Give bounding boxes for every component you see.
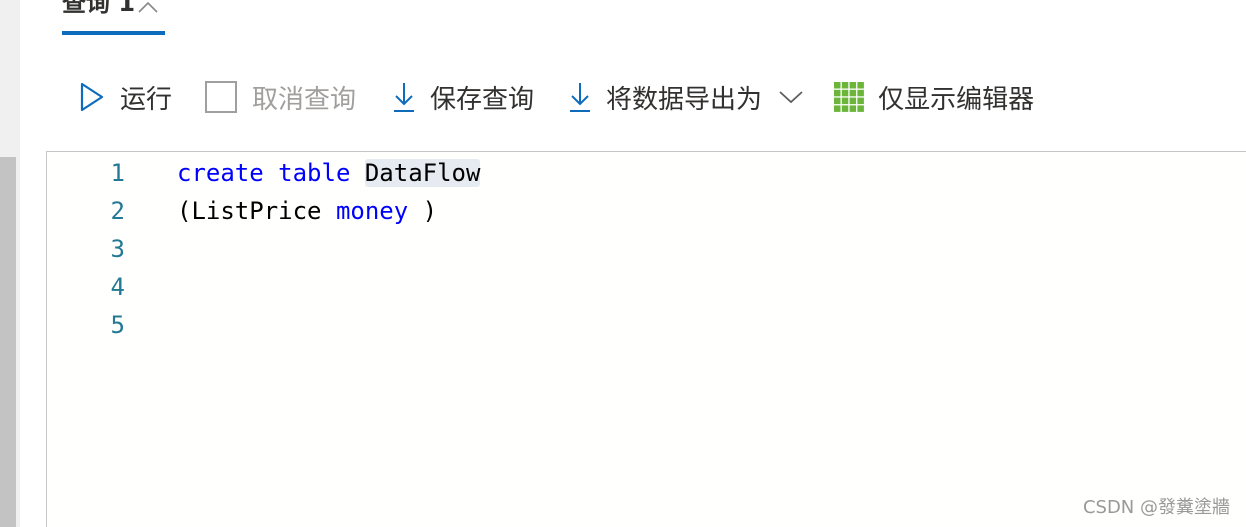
save-query-label: 保存查询 — [430, 84, 535, 115]
code-line: 5 — [47, 306, 1246, 344]
code-line: 1 create table DataFlow — [47, 154, 1246, 192]
chevron-up-icon[interactable] — [137, 0, 159, 20]
tab-title: 查询 1 — [62, 0, 136, 17]
cancel-query-button[interactable]: 取消查询 — [204, 74, 356, 120]
square-outline-icon — [204, 80, 238, 114]
export-data-label: 将数据导出为 — [606, 84, 763, 115]
code-line: 2 (ListPrice money ) — [47, 192, 1246, 230]
download-arrow-icon — [392, 80, 416, 114]
grid-icon — [834, 82, 864, 112]
play-outline-icon — [78, 81, 106, 113]
code-line: 4 — [47, 268, 1246, 306]
identifier-token-highlighted: DataFlow — [364, 159, 481, 187]
text-token: ) — [408, 197, 438, 225]
cancel-query-label: 取消查询 — [252, 84, 357, 115]
editor-only-label: 仅显示编辑器 — [878, 84, 1035, 115]
tab-active-indicator — [62, 31, 165, 35]
query-editor-window: 查询 1 运行 取消查询 保存查询 将数据导出为 仅显示编辑器 1 create… — [0, 0, 1246, 527]
line-number: 2 — [110, 197, 125, 225]
code-text[interactable]: (ListPrice money ) — [177, 192, 437, 230]
keyword-token: table — [278, 159, 351, 187]
code-text[interactable]: create table DataFlow — [177, 154, 481, 192]
keyword-token: money — [335, 197, 409, 225]
run-label: 运行 — [120, 84, 173, 115]
left-scrollbar[interactable] — [0, 157, 16, 527]
download-arrow-icon — [568, 80, 592, 114]
save-query-button[interactable]: 保存查询 — [392, 74, 534, 120]
toolbar: 运行 取消查询 保存查询 将数据导出为 仅显示编辑器 — [78, 74, 1034, 120]
code-editor[interactable]: 1 create table DataFlow 2 (ListPrice mon… — [46, 151, 1246, 527]
export-data-button[interactable]: 将数据导出为 — [568, 74, 804, 120]
run-button[interactable]: 运行 — [78, 74, 172, 120]
chevron-down-icon[interactable] — [778, 89, 804, 105]
keyword-token: create — [177, 159, 264, 187]
code-line: 3 — [47, 230, 1246, 268]
line-number: 3 — [110, 235, 125, 263]
line-number: 5 — [110, 311, 125, 339]
line-number: 1 — [110, 159, 125, 187]
watermark: CSDN @發糞塗牆 — [1082, 497, 1230, 518]
text-token: (ListPrice — [177, 197, 336, 225]
line-number: 4 — [110, 273, 125, 301]
editor-only-button[interactable]: 仅显示编辑器 — [834, 74, 1034, 120]
